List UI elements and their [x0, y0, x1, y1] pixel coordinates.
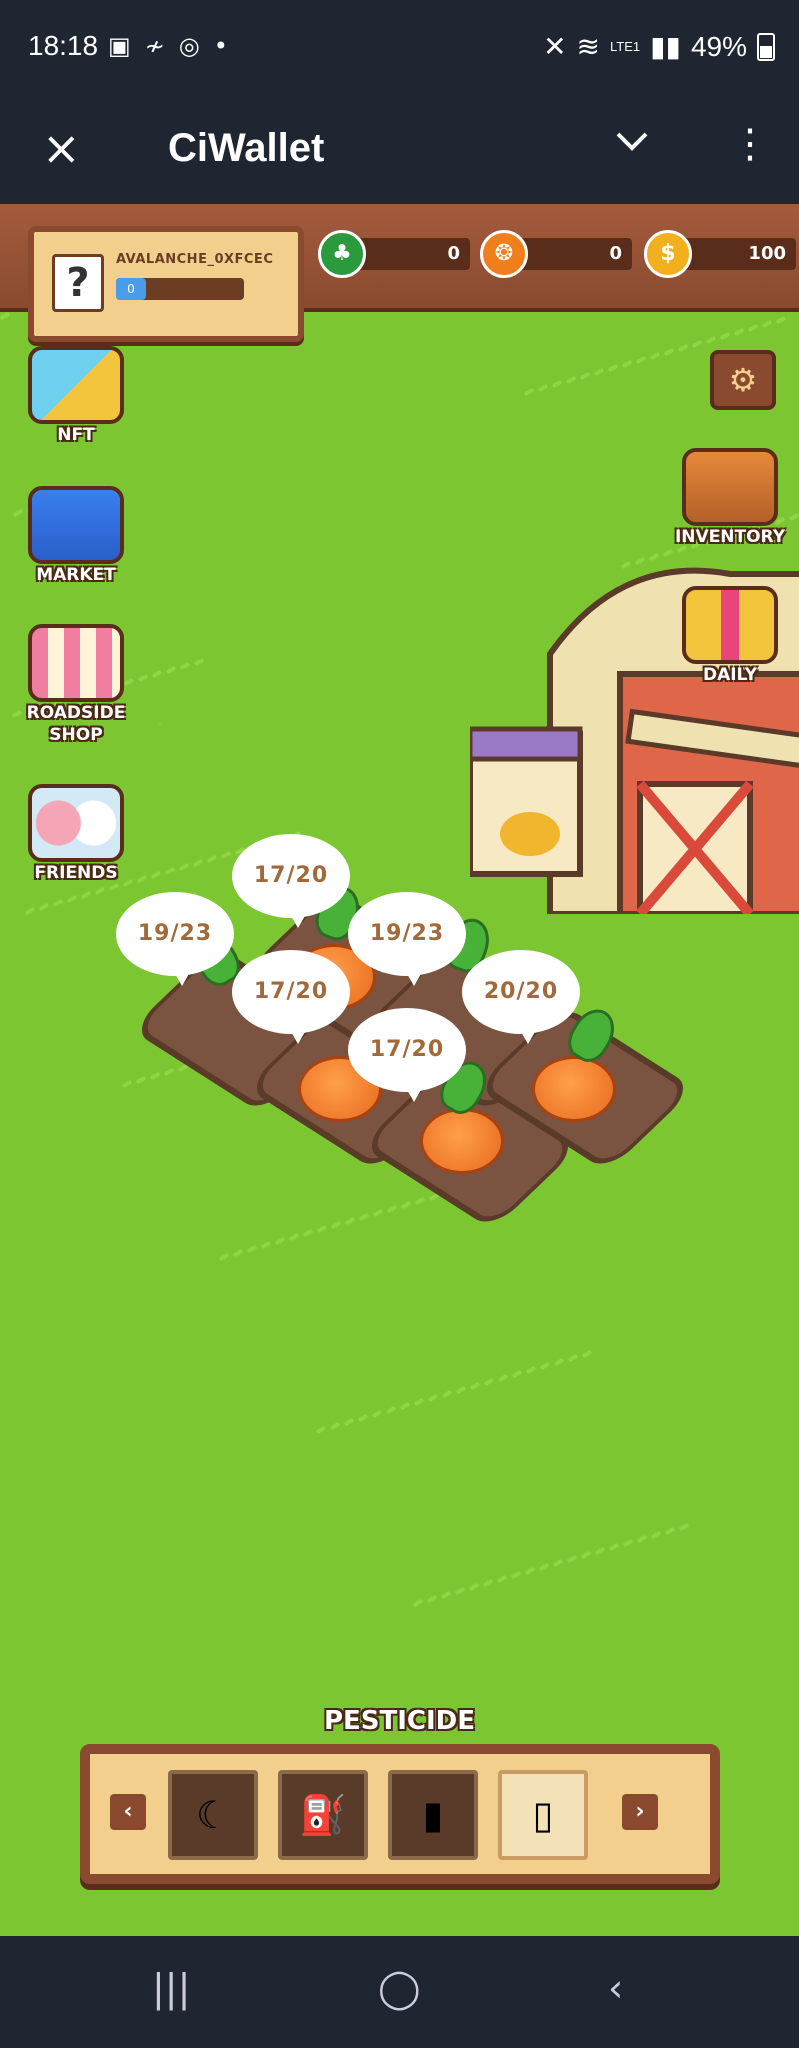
close-icon[interactable]: ×	[42, 118, 81, 178]
chrome-icon: ◎	[178, 32, 200, 60]
notification-icons: ▣ ≁ ◎ •	[108, 32, 228, 60]
home-button[interactable]: ◯	[378, 1966, 421, 2010]
system-nav-bar: ||| ◯ ‹	[0, 1936, 799, 2048]
farm-field: 17/20 19/23 19/23 17/20 20/20 17/20	[0, 204, 799, 1704]
selected-tool-label: PESTICIDE	[323, 1706, 476, 1736]
carrot-crop[interactable]	[420, 1108, 504, 1174]
prev-tool-button[interactable]: ‹	[110, 1794, 146, 1830]
crop-timer-bubble: 17/20	[232, 950, 350, 1044]
app-bar: × CiWallet ⋮	[0, 100, 799, 204]
status-bar: 18:18 ▣ ≁ ◎ • ✕ ≋ LTE1 ▮▮ 49%	[0, 0, 799, 100]
network-label: LTE1	[610, 39, 641, 54]
next-tool-button[interactable]: ›	[622, 1794, 658, 1830]
sickle-icon[interactable]: ☾	[168, 1770, 258, 1860]
gallery-icon: ▣	[108, 32, 131, 60]
battery-percent: 49%	[690, 30, 747, 62]
crop-timer-bubble: 17/20	[232, 834, 350, 928]
recents-button[interactable]: |||	[152, 1966, 190, 2010]
chevron-down-icon[interactable]	[612, 122, 652, 171]
crop-timer-bubble: 20/20	[462, 950, 580, 1044]
game-canvas[interactable]: ? AVALANCHE_0XFCEC 0 0 ♣ 0 ❂ 100 $ ⚙ NFT…	[0, 204, 799, 1936]
more-options-icon[interactable]: ⋮	[730, 114, 770, 174]
tool-selector: ‹ ☾ ⛽ ▮ ▯ ›	[80, 1744, 720, 1884]
battery-icon	[757, 32, 775, 61]
app-title: CiWallet	[168, 126, 325, 170]
mute-icon: ✕	[543, 31, 567, 62]
crop-timer-bubble: 17/20	[348, 1008, 466, 1102]
carrot-crop[interactable]	[532, 1056, 616, 1122]
status-right: ✕ ≋ LTE1 ▮▮ 49%	[543, 30, 775, 63]
crop-timer-bubble: 19/23	[116, 892, 234, 986]
status-time: 18:18	[28, 30, 99, 61]
back-button[interactable]: ‹	[608, 1966, 623, 2010]
wifi-icon: ≋	[576, 31, 601, 62]
signal-icon: ▮▮	[650, 31, 681, 62]
signal-app-icon: ≁	[144, 32, 165, 60]
dot-icon: •	[213, 32, 228, 60]
crop-timer-bubble: 19/23	[348, 892, 466, 986]
fertilizer-bottle-icon[interactable]: ▮	[388, 1770, 478, 1860]
watering-can-icon[interactable]: ⛽	[278, 1770, 368, 1860]
pesticide-bottle-icon[interactable]: ▯	[498, 1770, 588, 1860]
